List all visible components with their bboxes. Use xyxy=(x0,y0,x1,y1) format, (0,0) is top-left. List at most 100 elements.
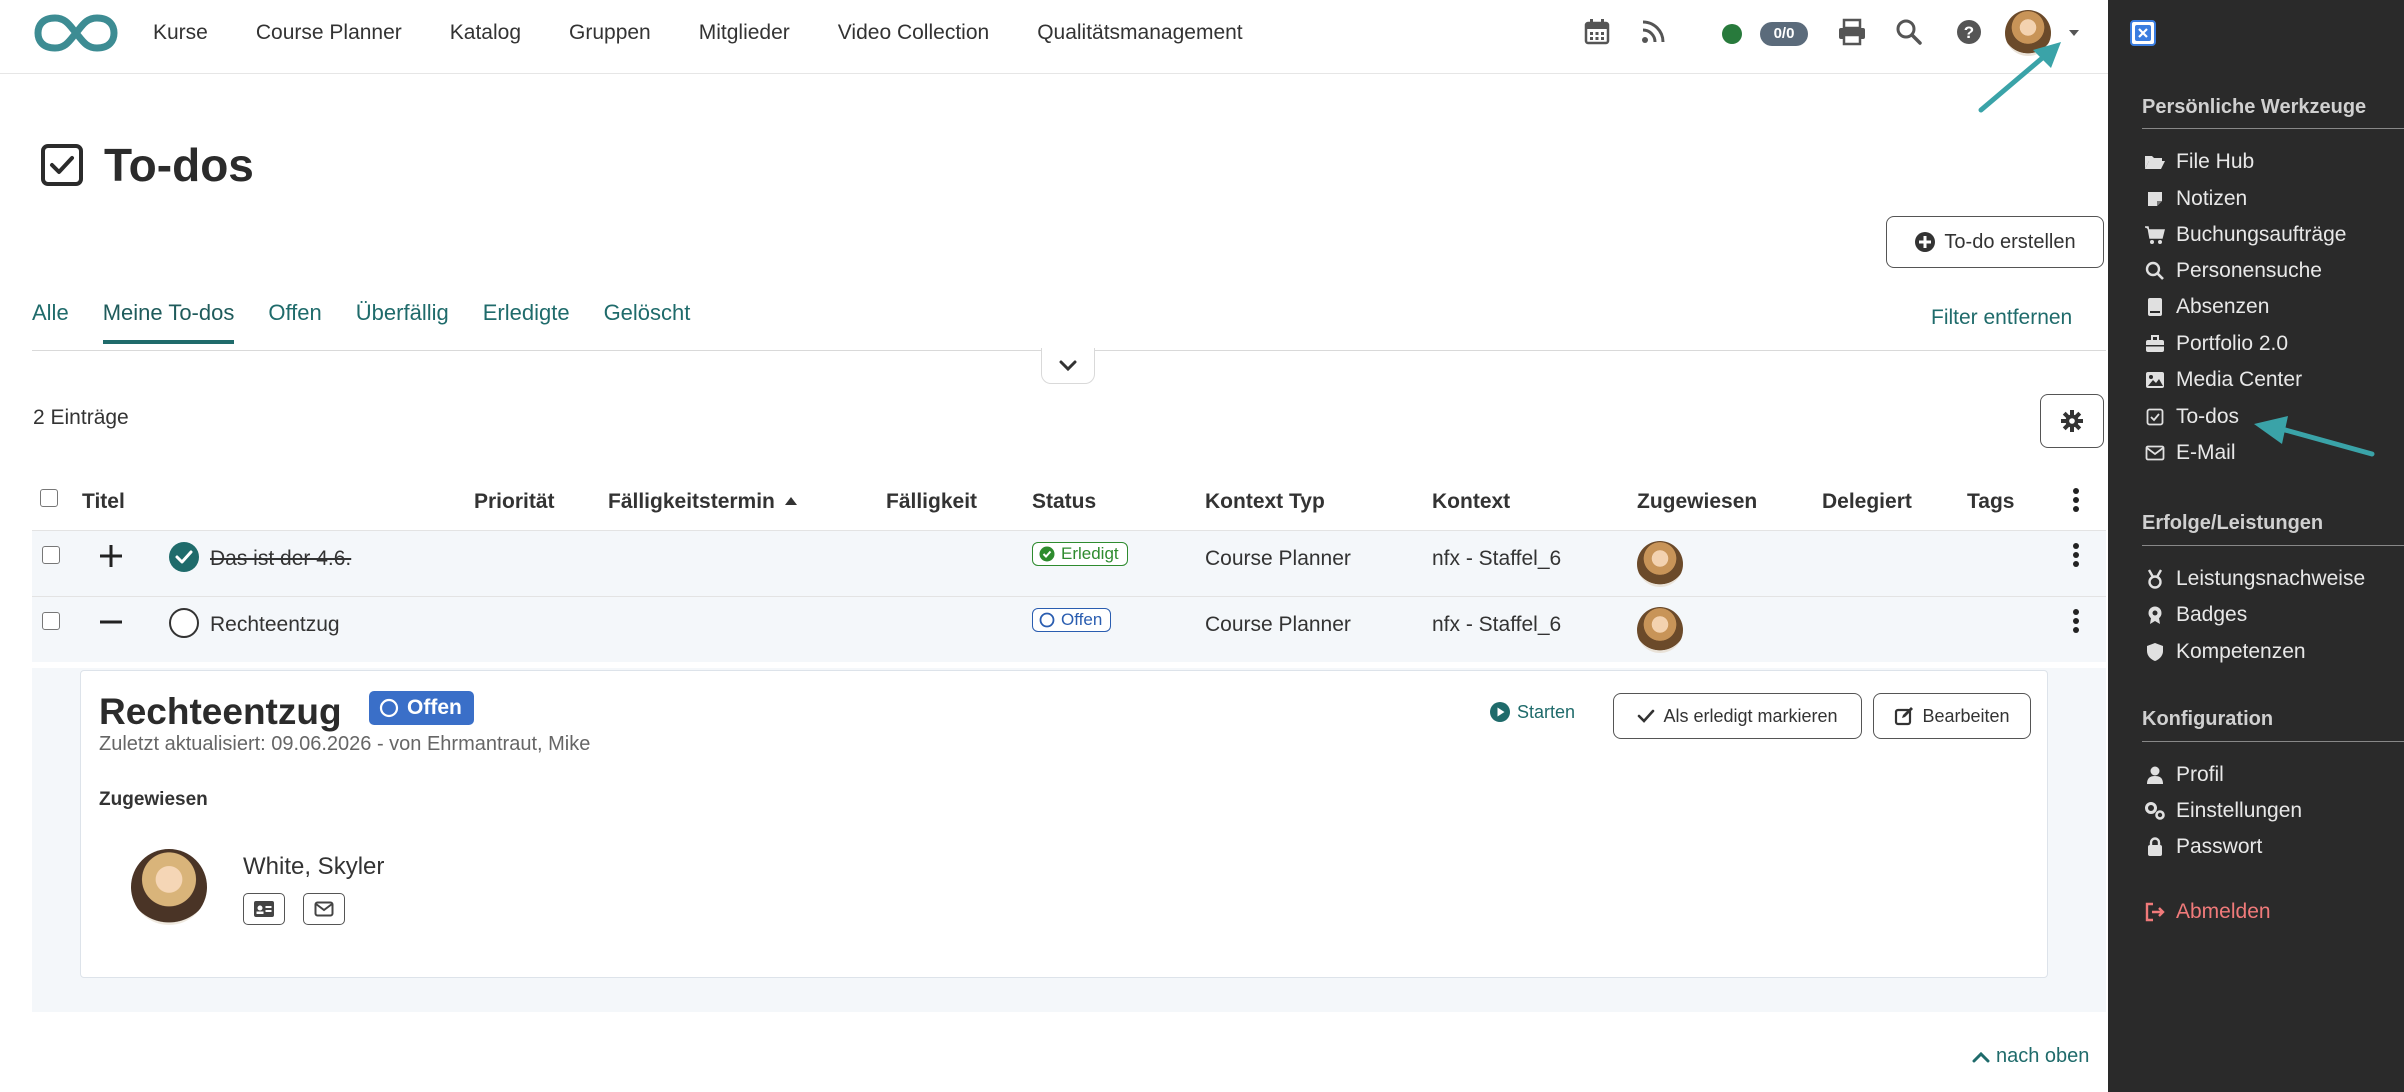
nav-link-course-planner[interactable]: Course Planner xyxy=(256,21,402,45)
rss-icon[interactable] xyxy=(1639,18,1667,46)
tab-erledigte[interactable]: Erledigte xyxy=(483,300,570,344)
sidebar-item-todos[interactable]: To-dos xyxy=(2144,405,2239,429)
row-checkbox[interactable] xyxy=(42,546,60,564)
sidebar-divider xyxy=(2142,545,2404,546)
note-icon xyxy=(2144,188,2166,210)
sidebar-item-profil[interactable]: Profil xyxy=(2144,763,2224,787)
tab-geloescht[interactable]: Gelöscht xyxy=(604,300,691,344)
nav-link-video-collection[interactable]: Video Collection xyxy=(838,21,989,45)
start-label: Starten xyxy=(1517,701,1576,722)
badge-icon xyxy=(2144,604,2166,626)
status-label: Erledigt xyxy=(1061,544,1119,563)
page-title: To-dos xyxy=(104,139,254,191)
filter-remove-link[interactable]: Filter entfernen xyxy=(1931,306,2072,330)
nav-link-mitglieder[interactable]: Mitglieder xyxy=(699,21,790,45)
nav-link-gruppen[interactable]: Gruppen xyxy=(569,21,651,45)
top-navigation: Kurse Course Planner Katalog Gruppen Mit… xyxy=(0,0,2108,74)
col-prioritaet[interactable]: Priorität xyxy=(474,490,555,514)
sidebar-item-kompetenzen[interactable]: Kompetenzen xyxy=(2144,640,2306,664)
sidebar-item-badges[interactable]: Badges xyxy=(2144,603,2247,627)
envelope-icon xyxy=(2144,442,2166,464)
nav-link-kurse[interactable]: Kurse xyxy=(153,21,208,45)
edit-icon xyxy=(1895,707,1914,726)
row-title-link[interactable]: Rechteentzug xyxy=(210,613,340,637)
close-icon[interactable] xyxy=(2130,20,2156,46)
sidebar-item-email[interactable]: E-Mail xyxy=(2144,441,2236,465)
gears-icon xyxy=(2144,800,2166,822)
assignee-name: White, Skyler xyxy=(243,853,385,880)
col-zugewiesen[interactable]: Zugewiesen xyxy=(1637,490,1757,514)
print-icon[interactable] xyxy=(1837,18,1867,46)
create-todo-button[interactable]: To-do erstellen xyxy=(1886,216,2104,268)
calendar-icon[interactable] xyxy=(1583,18,1611,46)
nav-link-qualitaetsmanagement[interactable]: Qualitätsmanagement xyxy=(1037,21,1242,45)
sidebar-item-portfolio[interactable]: Portfolio 2.0 xyxy=(2144,332,2288,356)
assignee-avatar[interactable] xyxy=(1637,607,1683,653)
search-icon[interactable] xyxy=(1895,18,1923,46)
tab-meine-todos[interactable]: Meine To-dos xyxy=(102,300,235,344)
open-circle-icon[interactable] xyxy=(168,607,200,639)
tab-alle[interactable]: Alle xyxy=(32,300,69,344)
row-context-link[interactable]: nfx - Staffel_6 xyxy=(1432,547,1561,571)
expand-filters-button[interactable] xyxy=(1041,348,1095,384)
sidebar-item-logout[interactable]: Abmelden xyxy=(2144,900,2271,924)
plus-circle-icon xyxy=(1914,231,1936,253)
row-context-type: Course Planner xyxy=(1205,547,1351,570)
assignee-avatar[interactable] xyxy=(1637,541,1683,587)
row-checkbox[interactable] xyxy=(42,612,60,630)
check-icon xyxy=(1638,709,1655,723)
row-title-link[interactable]: Das ist der 4.6. xyxy=(210,547,351,571)
sidebar-item-label: Passwort xyxy=(2176,835,2263,858)
col-titel[interactable]: Titel xyxy=(82,490,125,514)
sidebar-item-personensuche[interactable]: Personensuche xyxy=(2144,259,2322,283)
email-button[interactable] xyxy=(303,893,345,925)
sidebar-item-leistungsnachweise[interactable]: Leistungsnachweise xyxy=(2144,567,2365,591)
status-badge-erledigt: Erledigt xyxy=(1032,542,1128,566)
col-kontext-typ[interactable]: Kontext Typ xyxy=(1205,490,1325,514)
circle-icon xyxy=(379,698,399,718)
assignee-avatar-large[interactable] xyxy=(131,849,207,925)
col-kontext[interactable]: Kontext xyxy=(1432,490,1510,514)
sidebar-divider xyxy=(2142,128,2404,129)
sidebar-item-label: Kompetenzen xyxy=(2176,640,2306,663)
sidebar-item-passwort[interactable]: Passwort xyxy=(2144,835,2262,859)
columns-menu-icon[interactable] xyxy=(2073,488,2079,515)
col-faelligkeit[interactable]: Fälligkeit xyxy=(886,490,977,514)
sidebar-item-buchungsauftraege[interactable]: Buchungsaufträge xyxy=(2144,223,2346,247)
sidebar-divider xyxy=(2142,741,2404,742)
mark-done-button[interactable]: Als erledigt markieren xyxy=(1613,693,1862,739)
sidebar-item-absenzen[interactable]: Absenzen xyxy=(2144,295,2269,319)
sidebar-item-notizen[interactable]: Notizen xyxy=(2144,187,2247,211)
edit-button[interactable]: Bearbeiten xyxy=(1873,693,2031,739)
col-delegiert[interactable]: Delegiert xyxy=(1822,490,1912,514)
row-actions-icon[interactable] xyxy=(2073,609,2079,636)
sidebar-item-label: Notizen xyxy=(2176,187,2248,210)
notification-counter[interactable]: 0/0 xyxy=(1760,22,1808,46)
assigned-heading: Zugewiesen xyxy=(99,789,208,810)
done-check-circle-icon[interactable] xyxy=(168,541,200,573)
back-to-top-link[interactable]: nach oben xyxy=(1972,1045,2089,1068)
sidebar-item-file-hub[interactable]: File Hub xyxy=(2144,150,2254,174)
online-status-dot xyxy=(1722,24,1742,44)
contact-card-button[interactable] xyxy=(243,893,285,925)
expand-row-plus-icon[interactable] xyxy=(98,543,124,569)
select-all-checkbox[interactable] xyxy=(40,489,58,507)
search-icon xyxy=(2144,260,2166,282)
sidebar-item-media-center[interactable]: Media Center xyxy=(2144,368,2302,392)
row-context-type: Course Planner xyxy=(1205,613,1351,636)
collapse-row-minus-icon[interactable] xyxy=(98,609,124,635)
start-link[interactable]: Starten xyxy=(1489,701,1575,723)
row-actions-icon[interactable] xyxy=(2073,543,2079,570)
tab-offen[interactable]: Offen xyxy=(268,300,321,344)
svg-text:?: ? xyxy=(1964,23,1974,42)
row-context-link[interactable]: nfx - Staffel_6 xyxy=(1432,613,1561,637)
check-circle-icon xyxy=(1039,546,1055,562)
col-tags[interactable]: Tags xyxy=(1967,490,2014,514)
sidebar-item-einstellungen[interactable]: Einstellungen xyxy=(2144,799,2302,823)
col-faelligkeitstermin[interactable]: Fälligkeitstermin xyxy=(608,490,775,514)
tab-ueberfaellig[interactable]: Überfällig xyxy=(356,300,449,344)
nav-link-katalog[interactable]: Katalog xyxy=(450,21,521,45)
app-logo[interactable] xyxy=(34,12,118,54)
table-settings-button[interactable] xyxy=(2040,394,2104,448)
col-status[interactable]: Status xyxy=(1032,490,1096,514)
